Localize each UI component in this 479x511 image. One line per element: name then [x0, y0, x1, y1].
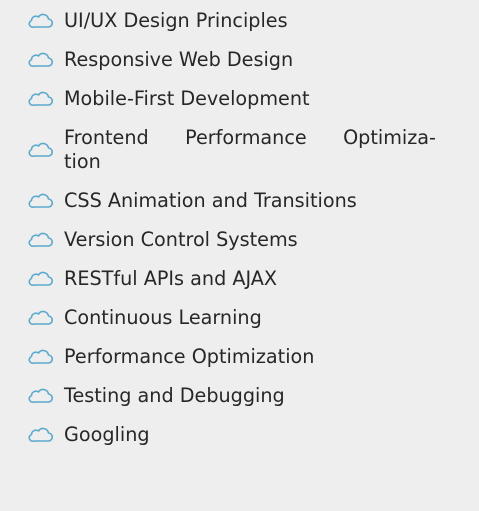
list-item-label: Mobile-First Development — [64, 87, 310, 110]
list-item-label-line-2: tion — [64, 150, 101, 173]
list-item: Frontend Performance Optimiza- tion — [28, 126, 448, 174]
list-item-label-line-1: Frontend Performance Optimiza- — [64, 126, 436, 150]
list-item-label: Performance Optimization — [64, 345, 315, 368]
list-item: Responsive Web Design — [28, 48, 448, 72]
list-item-label: Frontend Performance Optimiza- tion — [64, 126, 436, 174]
list-item: CSS Animation and Transitions — [28, 189, 448, 213]
list-item-label-word: Optimiza- — [343, 126, 436, 149]
cloud-outline-icon — [28, 9, 53, 33]
list-item-label-word: Frontend — [64, 126, 149, 149]
cloud-outline-icon — [28, 345, 53, 369]
cloud-outline-icon — [28, 189, 53, 213]
cloud-outline-icon — [28, 267, 53, 291]
cloud-outline-icon — [28, 384, 53, 408]
list-item: Googling — [28, 423, 448, 447]
cloud-outline-icon — [28, 87, 53, 111]
list-item-label-word: Performance — [185, 126, 307, 149]
list-item-label: UI/UX Design Principles — [64, 9, 288, 32]
list-item-label: Version Control Systems — [64, 228, 298, 251]
cloud-outline-icon — [28, 48, 53, 72]
list-item: Mobile-First Development — [28, 87, 448, 111]
list-item: Testing and Debugging — [28, 384, 448, 408]
list-item-label: RESTful APIs and AJAX — [64, 267, 278, 290]
list-item: RESTful APIs and AJAX — [28, 267, 448, 291]
skills-list: UI/UX Design Principles Responsive Web D… — [0, 0, 448, 447]
list-item-label: Testing and Debugging — [64, 384, 285, 407]
cloud-outline-icon — [28, 306, 53, 330]
list-item: Version Control Systems — [28, 228, 448, 252]
list-item-label: Googling — [64, 423, 150, 446]
cloud-outline-icon — [28, 423, 53, 447]
list-item-label: Continuous Learning — [64, 306, 262, 329]
list-item-label: CSS Animation and Transitions — [64, 189, 357, 212]
list-item: Continuous Learning — [28, 306, 448, 330]
list-item: Performance Optimization — [28, 345, 448, 369]
list-item: UI/UX Design Principles — [28, 9, 448, 33]
list-item-label: Responsive Web Design — [64, 48, 294, 71]
cloud-outline-icon — [28, 138, 53, 162]
cloud-outline-icon — [28, 228, 53, 252]
